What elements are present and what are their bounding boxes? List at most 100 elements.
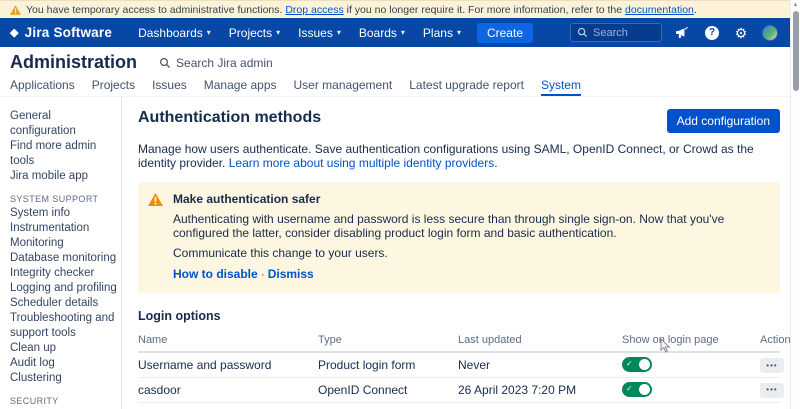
- column-header-actions: Actions: [760, 329, 780, 352]
- login-option-type: Product login form: [318, 352, 458, 377]
- user-avatar[interactable]: [762, 25, 778, 41]
- chevron-down-icon: ▾: [401, 28, 405, 37]
- sidebar-item-system-info[interactable]: System info: [10, 206, 117, 221]
- ellipsis-icon: •••: [766, 386, 777, 394]
- table-row: casdoor OpenID Connect 26 April 2023 7:2…: [138, 377, 780, 402]
- warning-content: Make authentication safer Authenticating…: [173, 192, 766, 281]
- brand-name: Jira Software: [25, 25, 112, 40]
- banner-text: You have temporary access to administrat…: [26, 4, 697, 16]
- nav-menu-boards[interactable]: Boards ▾: [359, 26, 405, 40]
- sidebar-item-clustering[interactable]: Clustering: [10, 371, 117, 386]
- check-icon: ✓: [626, 360, 633, 368]
- add-configuration-button[interactable]: Add configuration: [667, 109, 780, 133]
- chevron-down-icon: ▾: [457, 28, 461, 37]
- settings-button[interactable]: ⚙: [733, 25, 749, 41]
- sidebar-item-integrity-checker[interactable]: Integrity checker: [10, 266, 117, 281]
- drop-access-link[interactable]: Drop access: [285, 4, 343, 16]
- show-on-login-toggle[interactable]: ✓: [622, 382, 652, 397]
- warning-icon: [10, 5, 21, 15]
- system-sidebar: General configuration Find more admin to…: [0, 97, 122, 409]
- warning-links: How to disable·Dismiss: [173, 267, 766, 281]
- jira-diamond-icon: ◆: [10, 26, 19, 39]
- authentication-description: Manage how users authenticate. Save auth…: [138, 142, 780, 170]
- column-header-last-updated: Last updated: [458, 329, 622, 352]
- tab-latest-upgrade-report[interactable]: Latest upgrade report: [409, 78, 524, 96]
- column-header-type: Type: [318, 329, 458, 352]
- documentation-link[interactable]: documentation: [625, 4, 694, 16]
- table-header-row: Name Type Last updated Show on login pag…: [138, 329, 780, 352]
- row-actions-button[interactable]: •••: [760, 383, 784, 398]
- nav-search-input[interactable]: Search: [570, 23, 662, 42]
- sidebar-item-monitoring[interactable]: Monitoring: [10, 236, 117, 251]
- vertical-scrollbar[interactable]: ▲: [790, 0, 800, 409]
- login-option-name: casdoor: [138, 377, 318, 402]
- search-icon: [577, 27, 588, 38]
- dismiss-link[interactable]: Dismiss: [268, 267, 314, 281]
- sidebar-item-instrumentation[interactable]: Instrumentation: [10, 221, 117, 236]
- login-option-name: Username and password: [138, 352, 318, 377]
- tab-manage-apps[interactable]: Manage apps: [204, 78, 277, 96]
- nav-menu-projects[interactable]: Projects ▾: [229, 26, 280, 40]
- learn-more-link[interactable]: Learn more about using multiple identity…: [229, 156, 498, 170]
- sidebar-section-security: SECURITY: [10, 395, 117, 408]
- scrollbar-thumb[interactable]: [793, 11, 799, 91]
- tab-projects[interactable]: Projects: [92, 78, 135, 96]
- tab-applications[interactable]: Applications: [10, 78, 75, 96]
- sidebar-item-scheduler-details[interactable]: Scheduler details: [10, 296, 117, 311]
- page: You have temporary access to administrat…: [0, 0, 790, 409]
- row-actions-button[interactable]: •••: [760, 358, 784, 373]
- temporary-access-banner: You have temporary access to administrat…: [0, 0, 790, 18]
- login-option-last-updated: 26 April 2023 7:20 PM: [458, 377, 622, 402]
- megaphone-icon: [676, 26, 691, 39]
- chevron-down-icon: ▾: [337, 28, 341, 37]
- help-button[interactable]: ?: [704, 25, 720, 41]
- chevron-down-icon: ▾: [207, 28, 211, 37]
- section-title-authentication-methods: Authentication methods: [138, 109, 321, 127]
- tab-system[interactable]: System: [541, 78, 581, 96]
- page-title: Administration: [10, 52, 137, 73]
- nav-menu-dashboards[interactable]: Dashboards ▾: [138, 26, 211, 40]
- warning-line-1: Authenticating with username and passwor…: [173, 212, 766, 240]
- how-to-disable-link[interactable]: How to disable: [173, 267, 258, 281]
- column-header-show-on-login-page: Show on login page: [622, 329, 760, 352]
- login-option-last-updated: Never: [458, 352, 622, 377]
- column-header-name: Name: [138, 329, 318, 352]
- show-on-login-toggle[interactable]: ✓: [622, 357, 652, 372]
- sidebar-item-clean-up[interactable]: Clean up: [10, 341, 117, 356]
- tab-issues[interactable]: Issues: [152, 78, 187, 96]
- warning-title: Make authentication safer: [173, 192, 766, 206]
- warning-icon: [148, 193, 163, 206]
- check-icon: ✓: [626, 385, 633, 393]
- chevron-down-icon: ▾: [276, 28, 280, 37]
- nav-menu-issues[interactable]: Issues ▾: [298, 26, 341, 40]
- sidebar-item-troubleshooting[interactable]: Troubleshooting and support tools: [10, 311, 117, 341]
- nav-menus: Dashboards ▾ Projects ▾ Issues ▾ Boards …: [138, 26, 461, 40]
- sidebar-item-database-monitoring[interactable]: Database monitoring: [10, 251, 117, 266]
- table-row: Username and password Product login form…: [138, 352, 780, 377]
- tab-user-management[interactable]: User management: [294, 78, 393, 96]
- sidebar-item-jira-mobile-app[interactable]: Jira mobile app: [10, 169, 117, 184]
- sidebar-item-audit-log[interactable]: Audit log: [10, 356, 117, 371]
- toggle-knob: [639, 359, 650, 370]
- ellipsis-icon: •••: [766, 362, 777, 370]
- jira-logo[interactable]: ◆ Jira Software: [10, 25, 112, 40]
- create-button[interactable]: Create: [477, 23, 533, 43]
- admin-header: Administration Search Jira admin: [0, 47, 790, 78]
- announcements-button[interactable]: [675, 25, 691, 41]
- admin-search-input[interactable]: Search Jira admin: [159, 56, 273, 70]
- warning-line-2: Communicate this change to your users.: [173, 246, 766, 260]
- sidebar-item-find-more-admin-tools[interactable]: Find more admin tools: [10, 139, 117, 169]
- sidebar-item-logging-and-profiling[interactable]: Logging and profiling: [10, 281, 117, 296]
- gear-icon: ⚙: [735, 26, 748, 40]
- nav-search-placeholder: Search: [593, 27, 628, 39]
- nav-menu-plans[interactable]: Plans ▾: [423, 26, 461, 40]
- body: General configuration Find more admin to…: [0, 97, 790, 409]
- help-icon: ?: [705, 26, 719, 40]
- admin-tabs: Applications Projects Issues Manage apps…: [0, 78, 790, 97]
- sidebar-item-general-configuration[interactable]: General configuration: [10, 109, 117, 139]
- sidebar-section-system-support: SYSTEM SUPPORT: [10, 193, 117, 206]
- navbar: ◆ Jira Software Dashboards ▾ Projects ▾ …: [0, 18, 790, 47]
- nav-right: Search ? ⚙: [570, 23, 778, 42]
- main-header: Authentication methods Add configuration: [138, 109, 780, 133]
- scrollbar-up-arrow[interactable]: ▲: [791, 0, 800, 8]
